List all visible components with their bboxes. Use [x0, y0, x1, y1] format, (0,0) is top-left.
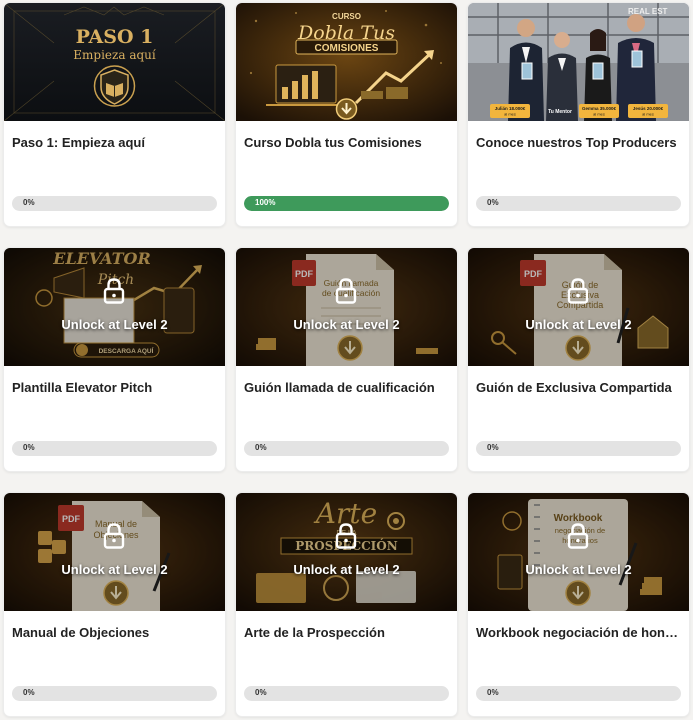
unlock-level-label: Unlock at Level 2	[525, 317, 632, 332]
lock-overlay: Unlock at Level 2	[468, 248, 689, 366]
course-title[interactable]: Manual de Objeciones	[12, 625, 217, 640]
course-card-top-producers[interactable]: REAL EST Julián 18.000€ al mes Tu Mentor…	[468, 3, 689, 226]
progress-label: 0%	[487, 443, 499, 452]
shield-book-icon	[93, 65, 136, 107]
course-thumbnail[interactable]: PDF Guión de Exclusiva Compartida Unlock…	[468, 248, 689, 366]
course-card-arte-prospeccion[interactable]: Arte DE LA PROSPECCIÓN Unlock at Level 2…	[236, 493, 457, 716]
svg-text:Julián 18.000€: Julián 18.000€	[495, 106, 526, 111]
progress-bar: 0%	[476, 441, 681, 456]
progress-label: 0%	[487, 198, 499, 207]
progress-label: 100%	[255, 198, 276, 207]
lock-icon	[567, 278, 589, 304]
lock-icon	[103, 523, 125, 549]
course-title[interactable]: Workbook negociación de honorarios	[476, 625, 681, 640]
comisiones-banner: COMISIONES	[315, 43, 379, 54]
course-card-dobla-comisiones[interactable]: CURSO Dobla Tus COMISIONES Curso Dobla t…	[236, 3, 457, 226]
course-title[interactable]: Plantilla Elevator Pitch	[12, 380, 217, 395]
course-card-elevator-pitch[interactable]: ELEVATOR Pitch DESCARGA AQUÍ Unlock at L…	[4, 248, 225, 471]
lock-icon	[567, 523, 589, 549]
progress-bar: 0%	[12, 686, 217, 701]
svg-text:Tu Mentor: Tu Mentor	[548, 109, 572, 115]
course-title[interactable]: Guión llamada de cualificación	[244, 380, 449, 395]
unlock-level-label: Unlock at Level 2	[525, 562, 632, 577]
unlock-level-label: Unlock at Level 2	[61, 562, 168, 577]
course-title[interactable]: Guión de Exclusiva Compartida	[476, 380, 681, 395]
svg-text:Gemma 35.000€: Gemma 35.000€	[582, 106, 617, 111]
progress-label: 0%	[255, 443, 267, 452]
lock-overlay: Unlock at Level 2	[236, 248, 457, 366]
unlock-level-label: Unlock at Level 2	[61, 317, 168, 332]
progress-label: 0%	[23, 198, 35, 207]
course-card-manual-objeciones[interactable]: PDF Manual de Objeciones Unlock at Level…	[4, 493, 225, 716]
course-thumbnail[interactable]: PDF Guión llamada de cualificación Unloc…	[236, 248, 457, 366]
course-thumbnail[interactable]: PASO 1 Empieza aquí	[4, 3, 225, 121]
unlock-level-label: Unlock at Level 2	[293, 317, 400, 332]
lock-icon	[103, 278, 125, 304]
course-title[interactable]: Arte de la Prospección	[244, 625, 449, 640]
lock-overlay: Unlock at Level 2	[236, 493, 457, 611]
paso-1-heading: PASO 1	[76, 26, 154, 48]
course-card-guion-cualificacion[interactable]: PDF Guión llamada de cualificación Unloc…	[236, 248, 457, 471]
progress-label: 0%	[487, 688, 499, 697]
svg-text:al mes: al mes	[642, 112, 654, 117]
progress-bar: 100%	[244, 196, 449, 211]
lock-overlay: Unlock at Level 2	[4, 493, 225, 611]
paso-1-subheading: Empieza aquí	[73, 48, 156, 62]
lock-icon	[335, 278, 357, 304]
lock-overlay: Unlock at Level 2	[4, 248, 225, 366]
course-card-paso-1[interactable]: PASO 1 Empieza aquí Paso 1: Empieza aquí…	[4, 3, 225, 226]
progress-label: 0%	[23, 443, 35, 452]
curso-label: CURSO	[332, 12, 361, 21]
course-title[interactable]: Paso 1: Empieza aquí	[12, 135, 217, 150]
progress-bar: 0%	[244, 686, 449, 701]
progress-bar: 0%	[12, 441, 217, 456]
progress-label: 0%	[255, 688, 267, 697]
course-title[interactable]: Conoce nuestros Top Producers	[476, 135, 681, 150]
course-thumbnail[interactable]: CURSO Dobla Tus COMISIONES	[236, 3, 457, 121]
svg-text:al mes: al mes	[593, 112, 605, 117]
progress-label: 0%	[23, 688, 35, 697]
progress-bar: 0%	[476, 196, 681, 211]
course-thumbnail[interactable]: Workbook negociación de honorarios Unloc…	[468, 493, 689, 611]
progress-bar: 0%	[244, 441, 449, 456]
producer-tags: Julián 18.000€ al mes Tu Mentor Gemma 35…	[490, 104, 668, 118]
lock-icon	[335, 523, 357, 549]
course-thumbnail[interactable]: REAL EST Julián 18.000€ al mes Tu Mentor…	[468, 3, 689, 121]
course-title[interactable]: Curso Dobla tus Comisiones	[244, 135, 449, 150]
progress-bar: 0%	[476, 686, 681, 701]
course-thumbnail[interactable]: Arte DE LA PROSPECCIÓN Unlock at Level 2	[236, 493, 457, 611]
course-card-workbook-honorarios[interactable]: Workbook negociación de honorarios Unloc…	[468, 493, 689, 716]
top-producers-photo: REAL EST Julián 18.000€ al mes Tu Mentor…	[468, 3, 689, 121]
paso-1-artwork: PASO 1 Empieza aquí	[4, 3, 225, 121]
course-card-exclusiva-compartida[interactable]: PDF Guión de Exclusiva Compartida Unlock…	[468, 248, 689, 471]
course-thumbnail[interactable]: ELEVATOR Pitch DESCARGA AQUÍ Unlock at L…	[4, 248, 225, 366]
dobla-comisiones-artwork: CURSO Dobla Tus COMISIONES	[236, 3, 457, 121]
progress-bar: 0%	[12, 196, 217, 211]
svg-text:al mes: al mes	[504, 112, 516, 117]
unlock-level-label: Unlock at Level 2	[293, 562, 400, 577]
lock-overlay: Unlock at Level 2	[468, 493, 689, 611]
svg-text:Jesús 20.000€: Jesús 20.000€	[633, 106, 664, 111]
course-thumbnail[interactable]: PDF Manual de Objeciones Unlock at Level…	[4, 493, 225, 611]
